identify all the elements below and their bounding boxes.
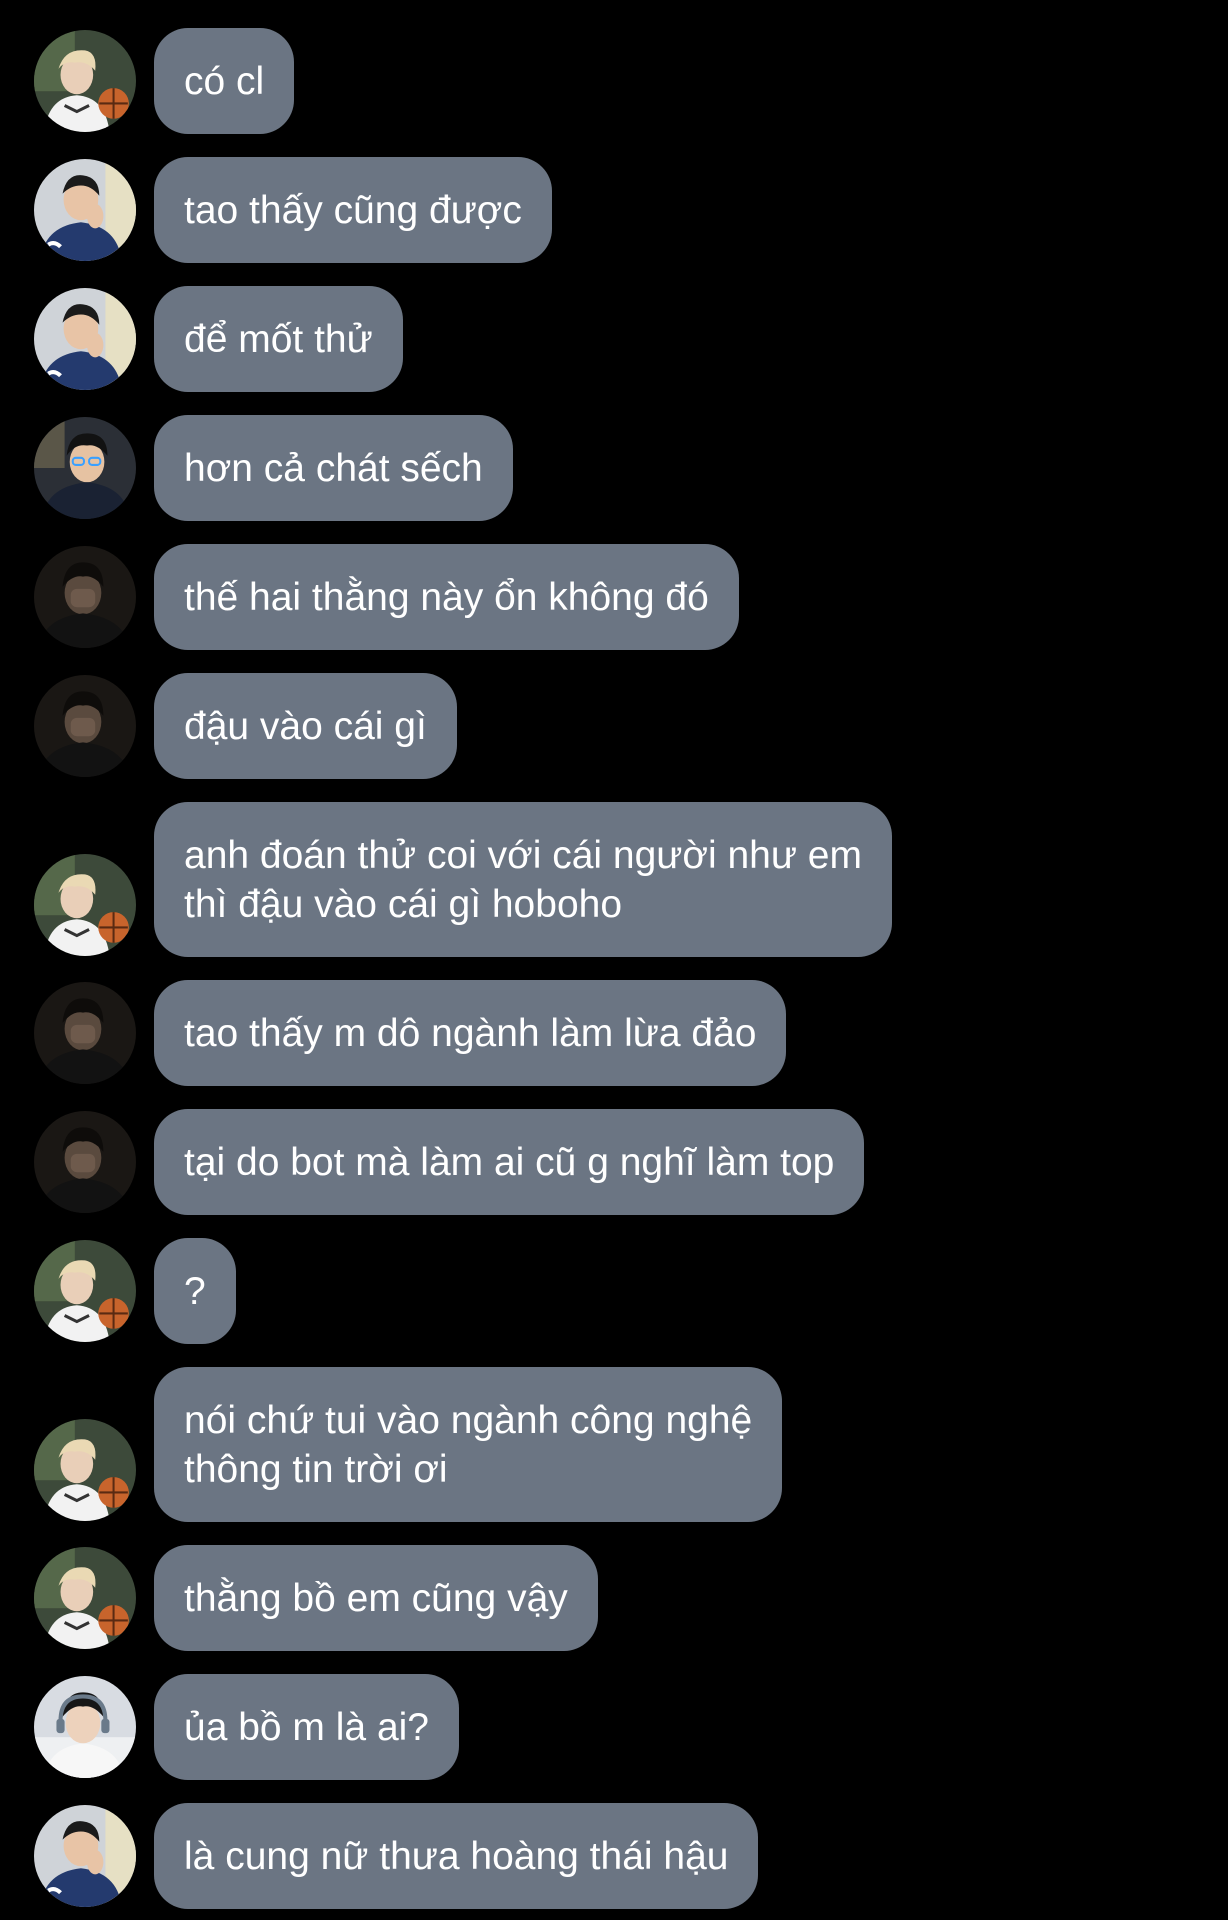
peace-sign-jacket-avatar[interactable] — [34, 1805, 136, 1907]
message-bubble[interactable]: tại do bot mà làm ai cũ g nghĩ làm top — [154, 1109, 865, 1215]
message-bubble[interactable]: tao thấy m dô ngành làm lừa đảo — [154, 980, 787, 1086]
message-text: nói chứ tui vào ngành công nghệ thông ti… — [184, 1398, 753, 1491]
message-bubble[interactable]: có cl — [154, 28, 295, 134]
message-text: tao thấy m dô ngành làm lừa đảo — [184, 1011, 757, 1055]
face-cover-dark-avatar[interactable] — [34, 982, 136, 1084]
message-text: ủa bồ m là ai? — [184, 1705, 429, 1749]
blond-basketball-avatar[interactable] — [34, 30, 136, 132]
blond-basketball-avatar[interactable] — [34, 854, 136, 956]
face-cover-dark-avatar[interactable] — [34, 546, 136, 648]
message-bubble[interactable]: nói chứ tui vào ngành công nghệ thông ti… — [154, 1367, 783, 1522]
peace-sign-jacket-avatar[interactable] — [34, 288, 136, 390]
glasses-boy-avatar[interactable] — [34, 417, 136, 519]
message-bubble[interactable]: ủa bồ m là ai? — [154, 1674, 459, 1780]
message-text: ? — [184, 1269, 206, 1313]
message-bubble[interactable]: tao thấy cũng được — [154, 157, 552, 263]
message-text: hơn cả chát sếch — [184, 446, 483, 490]
message-text: đậu vào cái gì — [184, 704, 427, 748]
blond-basketball-avatar[interactable] — [34, 1419, 136, 1521]
blond-basketball-avatar[interactable] — [34, 1240, 136, 1342]
message-text: thằng bồ em cũng vậy — [184, 1576, 568, 1620]
message-text: tại do bot mà làm ai cũ g nghĩ làm top — [184, 1140, 835, 1184]
blond-basketball-avatar[interactable] — [34, 1547, 136, 1649]
message-text: là cung nữ thưa hoàng thái hậu — [184, 1834, 729, 1878]
message-bubble[interactable]: thằng bồ em cũng vậy — [154, 1545, 598, 1651]
peace-sign-jacket-avatar[interactable] — [34, 159, 136, 261]
face-cover-dark-avatar[interactable] — [34, 1111, 136, 1213]
message-bubble[interactable]: thế hai thằng này ổn không đó — [154, 544, 739, 650]
message-bubble[interactable]: hơn cả chát sếch — [154, 415, 513, 521]
message-text: tao thấy cũng được — [184, 188, 522, 232]
message-bubble[interactable]: anh đoán thử coi với cái người như em th… — [154, 802, 892, 957]
headset-boy-avatar[interactable] — [34, 1676, 136, 1778]
message-text: thế hai thằng này ổn không đó — [184, 575, 709, 619]
chat-thread: có cl tao thấy cũng được để mốt thử hơn … — [0, 0, 1228, 1920]
message-text: anh đoán thử coi với cái người như em th… — [184, 833, 862, 926]
message-text: để mốt thử — [184, 317, 373, 361]
face-cover-dark-avatar[interactable] — [34, 675, 136, 777]
message-bubble[interactable]: ? — [154, 1238, 236, 1344]
message-bubble[interactable]: để mốt thử — [154, 286, 403, 392]
message-bubble[interactable]: là cung nữ thưa hoàng thái hậu — [154, 1803, 759, 1909]
message-bubble[interactable]: đậu vào cái gì — [154, 673, 457, 779]
message-text: có cl — [184, 59, 265, 103]
